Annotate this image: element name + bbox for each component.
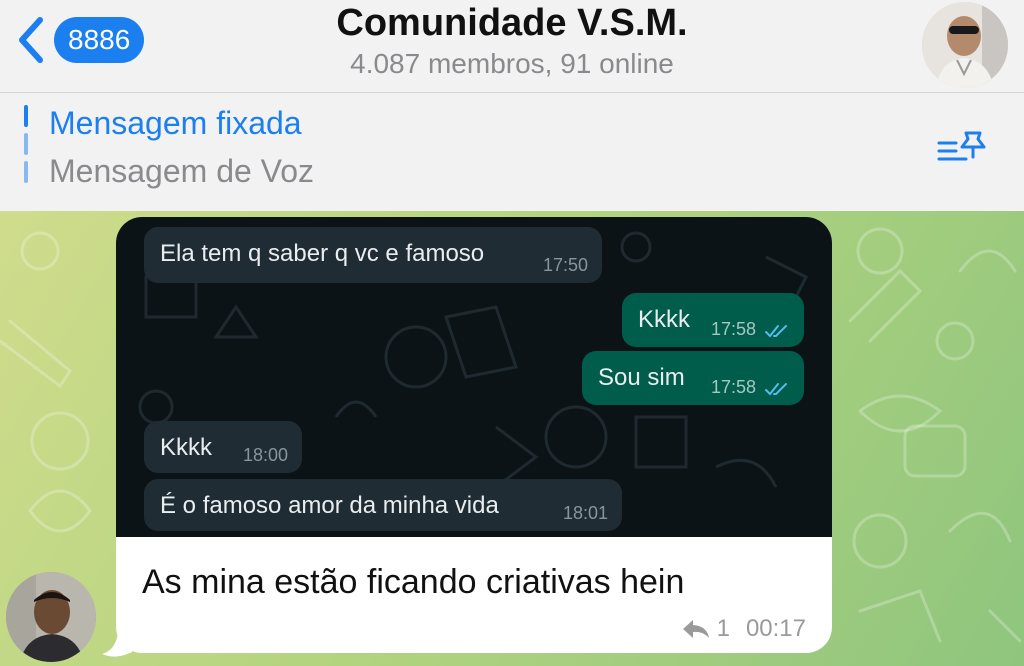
wa-message-time: 17:50 <box>542 255 588 275</box>
wa-message-text: Ela tem q saber q vc e famoso <box>160 240 485 267</box>
pinned-message-text: Mensagem de Voz <box>49 153 315 189</box>
chat-title[interactable]: Comunidade V.S.M. <box>0 2 1024 45</box>
message-meta: 1 00:17 <box>681 615 806 643</box>
pinned-indicator <box>24 105 28 195</box>
avatar-photo <box>922 2 1008 88</box>
message-caption: As mina estão ficando criativas hein <box>142 563 685 601</box>
wa-message-outgoing: Kkkk 17:58 <box>622 293 804 347</box>
chat-header: 8886 Comunidade V.S.M. 4.087 membros, 91… <box>0 0 1024 93</box>
message-time: 00:17 <box>745 615 806 642</box>
reply-count[interactable]: 1 <box>717 615 730 643</box>
reply-arrow-icon[interactable] <box>681 618 711 640</box>
double-check-icon <box>765 383 787 396</box>
double-check-icon <box>765 325 787 338</box>
whatsapp-screenshot-image[interactable]: Ela tem q saber q vc e famoso 17:50 Kkkk… <box>116 217 832 537</box>
pinned-title: Mensagem fixada <box>49 105 302 141</box>
group-avatar[interactable] <box>922 2 1008 88</box>
pinned-message-bar[interactable]: Mensagem fixada Mensagem de Voz <box>0 93 1024 211</box>
wa-message-outgoing: Sou sim 17:58 <box>582 351 804 405</box>
wa-message-text: Kkkk <box>638 306 691 333</box>
pinned-list-icon[interactable] <box>936 129 990 169</box>
chat-subtitle: 4.087 membros, 91 online <box>350 48 674 79</box>
wa-message-text: É o famoso amor da minha vida <box>160 492 499 519</box>
sender-avatar[interactable] <box>6 572 96 662</box>
sender-avatar-photo <box>6 572 96 662</box>
wa-message-time: 17:58 <box>710 319 756 339</box>
wa-message-time: 18:00 <box>242 445 288 465</box>
wa-message-incoming: Kkkk 18:00 <box>144 421 302 473</box>
wa-message-time: 17:58 <box>710 377 756 397</box>
wa-message-incoming: Ela tem q saber q vc e famoso 17:50 <box>144 227 602 283</box>
wa-message-text: Sou sim <box>598 364 685 391</box>
wa-message-time: 18:01 <box>562 503 608 523</box>
message-bubble[interactable]: Ela tem q saber q vc e famoso 17:50 Kkkk… <box>116 217 832 653</box>
wa-message-incoming: É o famoso amor da minha vida 18:01 <box>144 479 622 531</box>
wa-message-text: Kkkk <box>160 434 213 461</box>
